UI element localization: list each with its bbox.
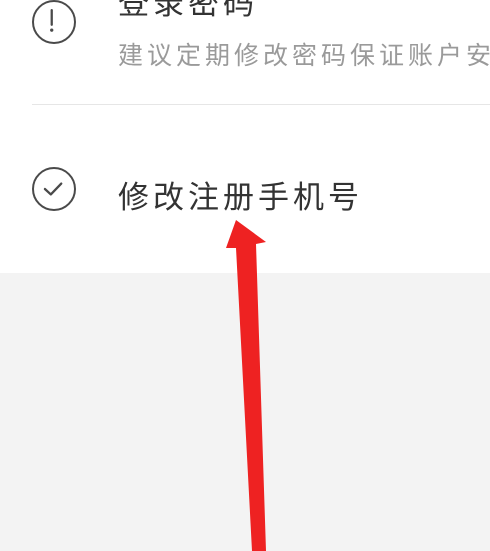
login-password-subtitle: 建议定期修改密码保证账户安: [118, 41, 490, 70]
login-password-row[interactable]: 登录密码 建议定期修改密码保证账户安: [0, 0, 490, 104]
login-password-title: 登录密码: [118, 0, 258, 22]
settings-card: 登录密码 建议定期修改密码保证账户安 修改注册手机号: [0, 0, 490, 273]
warning-icon: [32, 0, 76, 44]
row-divider: [32, 104, 490, 105]
change-phone-title: 修改注册手机号: [118, 180, 363, 216]
check-circle-icon: [32, 167, 76, 211]
